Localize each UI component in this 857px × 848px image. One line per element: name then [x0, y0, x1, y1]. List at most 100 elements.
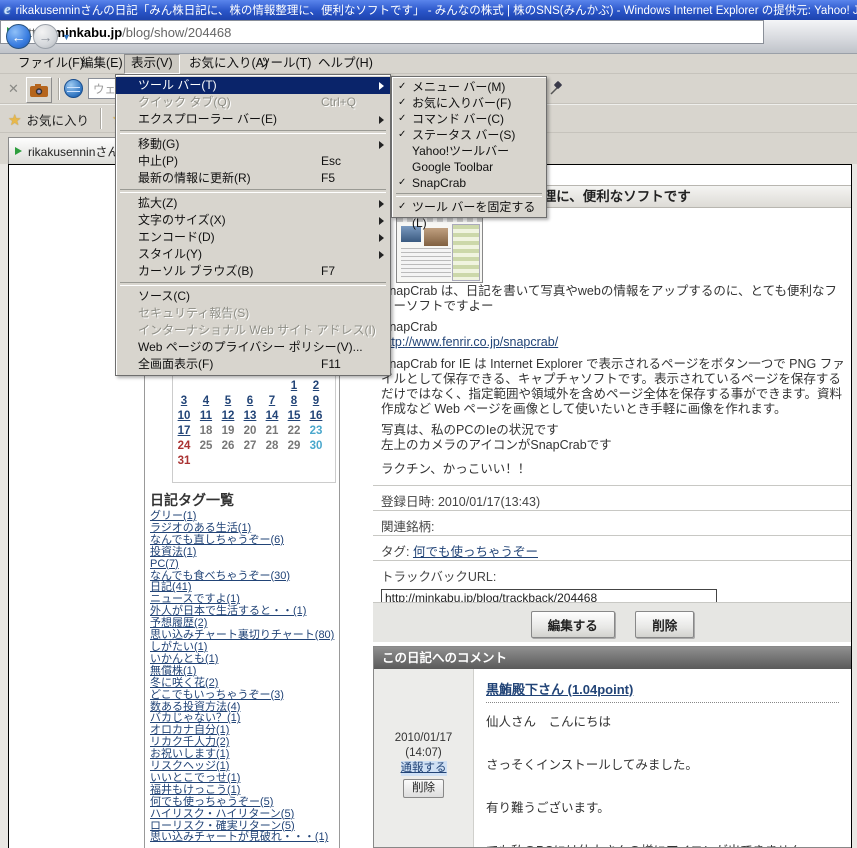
menubar-item-2[interactable]: 編集(E) [75, 54, 129, 72]
comment-author-link[interactable]: 黒鮪殿下さん (1.04point) [486, 682, 633, 697]
comment-meta-cell: 2010/01/17 (14:07) 通報する 削除 [374, 669, 474, 847]
history-dropdown-icon[interactable]: ▼ [62, 32, 71, 42]
calendar-day[interactable]: 13 [239, 409, 261, 424]
tag-list: グリー(1)ラジオのある生活(1)なんでも直しちゃうぞー(6)投資法(1)PC(… [150, 511, 338, 844]
submenu-item-label: メニュー バー(M) [412, 80, 505, 94]
back-button[interactable]: ← [6, 24, 31, 49]
calendar-day[interactable]: 9 [305, 394, 327, 409]
calendar-day[interactable]: 10 [173, 409, 195, 424]
snapcrab-camera-button[interactable] [26, 77, 52, 103]
calendar-day[interactable]: 15 [283, 409, 305, 424]
tag-link[interactable]: 福井もけっこう(1) [150, 785, 338, 797]
view-menu-item[interactable]: 最新の情報に更新(R)F5 [116, 170, 390, 187]
comments-box: この日記へのコメント 2010/01/17 (14:07) 通報する 削除 黒鮪… [373, 646, 852, 848]
calendar-day [217, 454, 239, 469]
menu-item-shortcut: Ctrl+Q [321, 94, 356, 111]
view-menu-item[interactable]: スタイル(Y) [116, 246, 390, 263]
calendar-day [239, 379, 261, 394]
report-link[interactable]: 通報する [401, 761, 447, 776]
calendar-day[interactable]: 7 [261, 394, 283, 409]
view-menu-item[interactable]: カーソル ブラウズ(B)F7 [116, 263, 390, 280]
toolbars-submenu-item[interactable]: ✓コマンド バー(C) [392, 111, 546, 127]
comment-delete-button[interactable]: 削除 [403, 779, 444, 798]
tag-link[interactable]: ハイリスク・ハイリターン(5) [150, 809, 338, 821]
calendar-day[interactable]: 11 [195, 409, 217, 424]
toolbars-submenu-item[interactable]: Google Toolbar [392, 159, 546, 175]
calendar-day[interactable]: 1 [283, 379, 305, 394]
tag-link[interactable]: いかんとも(1) [150, 654, 338, 666]
toolbars-submenu-popup: ✓ メニュー バー(M)✓お気に入りバー(F)✓コマンド バー(C)✓ステータス … [391, 76, 547, 218]
tag-link[interactable]: なんでも直しちゃうぞー(6) [150, 535, 338, 547]
calendar-day: 19 [217, 424, 239, 439]
view-menu-item[interactable]: インターナショナル Web サイト アドレス(I) [116, 322, 390, 339]
entry-paragraph-5: ラクチン、かっこいい！！ [381, 462, 849, 477]
view-menu-item[interactable]: Web ページのプライバシー ポリシー(V)... [116, 339, 390, 356]
view-menu-item[interactable]: ソース(C) [116, 288, 390, 305]
favorites-button[interactable]: ★ お気に入り [8, 110, 89, 129]
submenu-item-label: ステータス バー(S) [412, 128, 515, 142]
submenu-arrow-icon [379, 82, 384, 90]
calendar-day[interactable]: 3 [173, 394, 195, 409]
tag-link[interactable]: 冬に咲く花(2) [150, 678, 338, 690]
pushpin-icon[interactable] [549, 80, 563, 101]
view-menu-item[interactable]: エンコード(D) [116, 229, 390, 246]
snapcrab-link[interactable]: http://www.fenrir.co.jp/snapcrab/ [381, 335, 558, 349]
comment-line: さっそくインストールしてみました。 [486, 754, 839, 773]
calendar-day[interactable]: 14 [261, 409, 283, 424]
calendar-day[interactable]: 16 [305, 409, 327, 424]
calendar-day[interactable]: 12 [217, 409, 239, 424]
tag-link[interactable]: どこでもいっちゃうぞー(3) [150, 690, 338, 702]
menubar-item-3[interactable]: 表示(V) [124, 54, 180, 74]
edit-button[interactable]: 編集する [531, 611, 615, 638]
menu-item-label: エクスプローラー バー(E) [138, 112, 277, 126]
toolbars-submenu-item[interactable]: Yahoo!ツールバー [392, 143, 546, 159]
toolbars-submenu-item[interactable]: ✓お気に入りバー(F) [392, 95, 546, 111]
view-menu-item[interactable]: エクスプローラー バー(E) [116, 111, 390, 128]
view-menu-item[interactable]: クイック タブ(Q)Ctrl+Q [116, 94, 390, 111]
tag-link[interactable]: 投資法(1) [150, 547, 338, 559]
tag-link[interactable]: 無償株(1) [150, 666, 338, 678]
calendar-day[interactable]: 2 [305, 379, 327, 394]
view-menu-item[interactable]: 文字のサイズ(X) [116, 212, 390, 229]
tag-link[interactable]: 何でも使っちゃうぞー(5) [150, 797, 338, 809]
submenu-arrow-icon [379, 251, 384, 259]
menu-item-shortcut: F11 [321, 356, 341, 373]
toolbars-submenu-item[interactable]: ✓SnapCrab [392, 175, 546, 191]
tag-row-link[interactable]: 何でも使っちゃうぞー [413, 545, 538, 559]
menu-item-label: 全画面表示(F) [138, 357, 213, 371]
menu-item-label: ツール バー(T) [138, 78, 217, 92]
view-menu-item[interactable]: ツール バー(T) [116, 77, 390, 94]
view-menu-item[interactable]: 中止(P)Esc [116, 153, 390, 170]
view-menu-item[interactable]: 移動(G) [116, 136, 390, 153]
trackback-label: トラックバックURL: [381, 570, 496, 584]
menubar-item-5[interactable]: ツール(T) [252, 54, 317, 72]
delete-button[interactable]: 削除 [635, 611, 694, 638]
thumbnail-image[interactable] [396, 213, 483, 283]
view-menu-item[interactable]: 全画面表示(F) F11 [116, 356, 390, 373]
tag-link[interactable]: 思い込みチャートが見破れ・・・(1) [150, 832, 338, 844]
address-bar[interactable]: http://minkabu.jp/blog/show/204468 [0, 20, 764, 44]
related-stocks-row: 関連銘柄: [373, 510, 852, 535]
menu-item-shortcut: F7 [321, 263, 335, 280]
forward-button[interactable]: → [33, 24, 58, 49]
calendar-day[interactable]: 4 [195, 394, 217, 409]
menu-item-label: インターナショナル Web サイト アドレス(I) [138, 323, 376, 337]
view-menu-item[interactable]: 拡大(Z) [116, 195, 390, 212]
calendar-day[interactable]: 6 [239, 394, 261, 409]
calendar-day [261, 454, 283, 469]
stop-icon[interactable]: ✕ [8, 81, 19, 97]
calendar-day [195, 379, 217, 394]
toolbars-submenu-item[interactable]: ✓ メニュー バー(M) [392, 79, 546, 95]
checkmark-icon: ✓ [398, 79, 406, 95]
calendar-day[interactable]: 17 [173, 424, 195, 439]
toolbars-submenu-item[interactable]: ✓ツール バーを固定する(L) [392, 199, 546, 215]
calendar-day[interactable]: 5 [217, 394, 239, 409]
menubar-item-6[interactable]: ヘルプ(H) [312, 54, 379, 72]
calendar-day[interactable]: 8 [283, 394, 305, 409]
calendar-day: 20 [239, 424, 261, 439]
tag-link[interactable]: PC(7) [150, 559, 338, 571]
calendar-week-row: 10111213141516 [173, 409, 335, 424]
star-icon: ★ [8, 111, 21, 129]
toolbars-submenu-item[interactable]: ✓ステータス バー(S) [392, 127, 546, 143]
view-menu-item[interactable]: セキュリティ報告(S) [116, 305, 390, 322]
